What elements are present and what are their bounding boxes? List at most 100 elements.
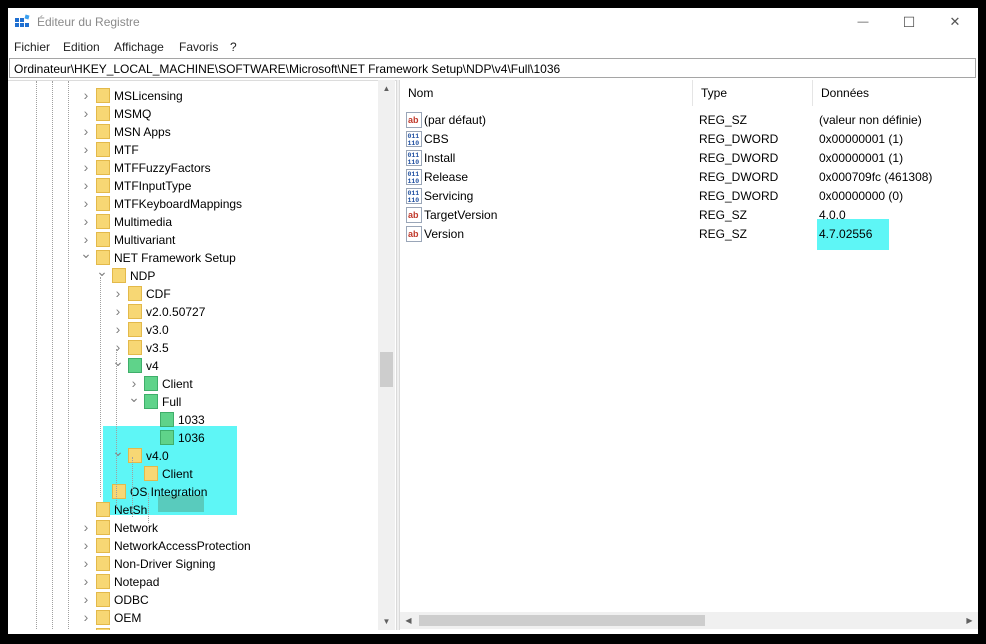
tree-item[interactable]: › v3.0	[8, 321, 378, 339]
minimize-button[interactable]: —	[840, 8, 886, 36]
tree-item[interactable]: › Office	[8, 627, 378, 630]
tree-item[interactable]: › ODBC	[8, 591, 378, 609]
chevron-right-icon[interactable]: ›	[80, 519, 92, 535]
chevron-down-icon[interactable]: ⌄	[112, 353, 124, 369]
menu-affichage[interactable]: Affichage	[114, 40, 164, 54]
tree-item[interactable]: › Non-Driver Signing	[8, 555, 378, 573]
chevron-right-icon[interactable]: ›	[80, 213, 92, 229]
svg-text:011: 011	[408, 190, 420, 197]
tree-item[interactable]: ⌄ NDP	[8, 263, 378, 285]
chevron-right-icon[interactable]: ›	[80, 195, 92, 211]
chevron-down-icon[interactable]: ⌄	[80, 245, 92, 261]
maximize-button[interactable]: ☐	[886, 8, 932, 36]
chevron-right-icon[interactable]: ›	[80, 609, 92, 625]
key-tree-pane[interactable]: › MSLicensing › MSMQ › MSN Apps › MTF › MTFFuzzyF…	[8, 80, 397, 630]
tree-item[interactable]: 1033	[8, 411, 378, 429]
chevron-right-icon[interactable]: ›	[80, 87, 92, 103]
tree-item[interactable]: › v3.5	[8, 339, 378, 357]
value-row[interactable]: 011 110 Install REG_DWORD 0x00000001 (1)	[400, 149, 978, 168]
tree-item[interactable]: › MSMQ	[8, 105, 378, 123]
tree-item[interactable]: › MSN Apps	[8, 123, 378, 141]
scroll-left-arrow-icon[interactable]: ◀	[400, 612, 417, 629]
tree-item[interactable]: › Network	[8, 519, 378, 537]
tree-item[interactable]: ⌄ NET Framework Setup	[8, 245, 378, 267]
chevron-right-icon[interactable]: ›	[80, 537, 92, 553]
menu-edition[interactable]: Edition	[63, 40, 100, 54]
svg-text:110: 110	[408, 197, 420, 204]
svg-text:ab: ab	[408, 229, 419, 239]
chevron-right-icon[interactable]: ›	[80, 177, 92, 193]
chevron-right-icon[interactable]: ›	[80, 159, 92, 175]
tree-item[interactable]: › MSLicensing	[8, 87, 378, 105]
tree-item[interactable]: › NetworkAccessProtection	[8, 537, 378, 555]
scroll-down-arrow-icon[interactable]: ▼	[378, 613, 395, 630]
address-bar[interactable]: Ordinateur\HKEY_LOCAL_MACHINE\SOFTWARE\M…	[9, 58, 976, 78]
chevron-right-icon[interactable]: ›	[80, 627, 92, 630]
chevron-down-icon[interactable]: ⌄	[112, 443, 124, 459]
tree-item[interactable]: 1036	[8, 429, 378, 447]
svg-text:ab: ab	[408, 210, 419, 220]
tree-item[interactable]: › OEM	[8, 609, 378, 627]
menu-help[interactable]: ?	[230, 40, 237, 54]
tree-item[interactable]: Client	[8, 465, 378, 483]
tree-scroll-thumb[interactable]	[380, 352, 393, 387]
chevron-down-icon[interactable]: ⌄	[96, 263, 108, 279]
chevron-right-icon[interactable]: ›	[80, 573, 92, 589]
tree-item-label: MTFKeyboardMappings	[114, 197, 243, 211]
tree-guide-line	[132, 457, 133, 517]
tree-vertical-scrollbar[interactable]: ▲ ▼	[378, 80, 395, 630]
tree-item[interactable]: › CDF	[8, 285, 378, 303]
menu-fichier[interactable]: Fichier	[14, 40, 50, 54]
tree-item[interactable]: › Notepad	[8, 573, 378, 591]
chevron-right-icon[interactable]: ›	[80, 105, 92, 121]
value-type: REG_DWORD	[699, 151, 779, 165]
value-row[interactable]: ab Version REG_SZ 4.7.02556	[400, 225, 978, 244]
tree-item[interactable]: › Multivariant	[8, 231, 378, 249]
folder-icon	[96, 538, 110, 553]
value-row[interactable]: 011 110 Servicing REG_DWORD 0x00000000 (0)	[400, 187, 978, 206]
tree-item[interactable]: › MTFInputType	[8, 177, 378, 195]
folder-icon	[144, 376, 158, 391]
chevron-right-icon[interactable]: ›	[80, 591, 92, 607]
chevron-right-icon[interactable]: ›	[112, 321, 124, 337]
tree-item[interactable]: › MTF	[8, 141, 378, 159]
chevron-right-icon[interactable]: ›	[112, 339, 124, 355]
values-scroll-thumb[interactable]	[419, 615, 705, 626]
chevron-right-icon[interactable]: ›	[112, 303, 124, 319]
value-row[interactable]: ab TargetVersion REG_SZ 4.0.0	[400, 206, 978, 225]
tree-item-label: NDP	[130, 269, 156, 283]
tree-item[interactable]: OS Integration	[8, 483, 378, 501]
column-header-nom[interactable]: Nom	[400, 80, 693, 106]
value-row[interactable]: 011 110 CBS REG_DWORD 0x00000001 (1)	[400, 130, 978, 149]
tree-item[interactable]: ⌄ v4	[8, 353, 378, 375]
tree-item[interactable]: ⌄ v4.0	[8, 443, 378, 465]
chevron-right-icon[interactable]: ›	[80, 231, 92, 247]
tree-item[interactable]: › Client	[8, 375, 378, 393]
chevron-down-icon[interactable]: ⌄	[128, 389, 140, 405]
chevron-right-icon[interactable]: ›	[80, 123, 92, 139]
menu-favoris[interactable]: Favoris	[179, 40, 218, 54]
chevron-right-icon[interactable]: ›	[112, 285, 124, 301]
tree-item[interactable]: › v2.0.50727	[8, 303, 378, 321]
chevron-right-icon[interactable]: ›	[128, 375, 140, 391]
folder-icon	[96, 160, 110, 175]
column-header-type[interactable]: Type	[693, 80, 813, 106]
title-bar[interactable]: Éditeur du Registre — ☐ ✕	[8, 8, 978, 36]
scroll-right-arrow-icon[interactable]: ▶	[961, 612, 978, 629]
chevron-right-icon[interactable]: ›	[80, 141, 92, 157]
tree-item[interactable]: › Multimedia	[8, 213, 378, 231]
value-type: REG_DWORD	[699, 189, 779, 203]
tree-item[interactable]: NetSh	[8, 501, 378, 519]
close-button[interactable]: ✕	[932, 8, 978, 36]
scroll-up-arrow-icon[interactable]: ▲	[378, 80, 395, 97]
tree-item[interactable]: › MTFKeyboardMappings	[8, 195, 378, 213]
tree-item[interactable]: › MTFFuzzyFactors	[8, 159, 378, 177]
values-pane[interactable]: Nom Type Données ab (par défaut) REG_SZ (va…	[400, 80, 978, 630]
column-header-donnees[interactable]: Données	[813, 80, 978, 106]
values-horizontal-scrollbar[interactable]: ◀ ▶	[400, 612, 978, 629]
tree-item[interactable]: ⌄ Full	[8, 389, 378, 411]
folder-icon	[112, 268, 126, 283]
chevron-right-icon[interactable]: ›	[80, 555, 92, 571]
value-row[interactable]: 011 110 Release REG_DWORD 0x000709fc (461308…	[400, 168, 978, 187]
value-row[interactable]: ab (par défaut) REG_SZ (valeur non définie)	[400, 111, 978, 130]
